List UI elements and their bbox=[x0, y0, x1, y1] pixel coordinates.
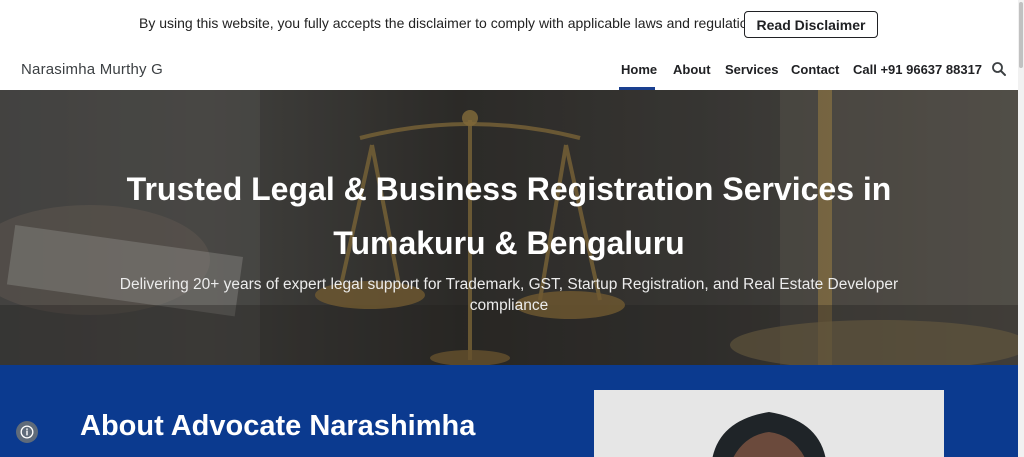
info-badge-button[interactable] bbox=[16, 421, 38, 443]
disclaimer-bar: By using this website, you fully accepts… bbox=[0, 0, 1018, 48]
info-icon bbox=[20, 425, 34, 439]
hero-section: Trusted Legal & Business Registration Se… bbox=[0, 90, 1018, 365]
site-title[interactable]: Narasimha Murthy G bbox=[21, 61, 163, 78]
read-disclaimer-button[interactable]: Read Disclaimer bbox=[744, 11, 878, 38]
page: By using this website, you fully accepts… bbox=[0, 0, 1024, 457]
nav-item-about[interactable]: About bbox=[673, 62, 711, 77]
hero-title-line-1: Trusted Legal & Business Registration Se… bbox=[126, 171, 892, 207]
page-scrollbar[interactable] bbox=[1018, 0, 1024, 457]
site-header: Narasimha Murthy G Home About Services C… bbox=[0, 48, 1018, 90]
hero-title-line-2: Tumakuru & Bengaluru bbox=[333, 225, 685, 261]
about-section: About Advocate Narashimha bbox=[0, 365, 1018, 457]
hero-subtitle-line-2: compliance bbox=[469, 297, 549, 314]
hero-title: Trusted Legal & Business Registration Se… bbox=[0, 162, 1018, 270]
nav-item-services[interactable]: Services bbox=[725, 62, 779, 77]
advocate-photo bbox=[594, 390, 944, 457]
nav-item-contact[interactable]: Contact bbox=[791, 62, 839, 77]
disclaimer-text: By using this website, you fully accepts… bbox=[139, 15, 767, 31]
nav-item-home[interactable]: Home bbox=[621, 62, 657, 77]
scrollbar-thumb[interactable] bbox=[1019, 2, 1023, 68]
advocate-portrait bbox=[594, 390, 944, 457]
hero-subtitle-line-1: Delivering 20+ years of expert legal sup… bbox=[119, 276, 899, 293]
about-heading: About Advocate Narashimha bbox=[80, 410, 476, 442]
nav-item-call[interactable]: Call +91 96637 88317 bbox=[853, 62, 982, 77]
hero-subtitle: Delivering 20+ years of expert legal sup… bbox=[100, 274, 918, 316]
search-icon[interactable] bbox=[990, 60, 1008, 78]
